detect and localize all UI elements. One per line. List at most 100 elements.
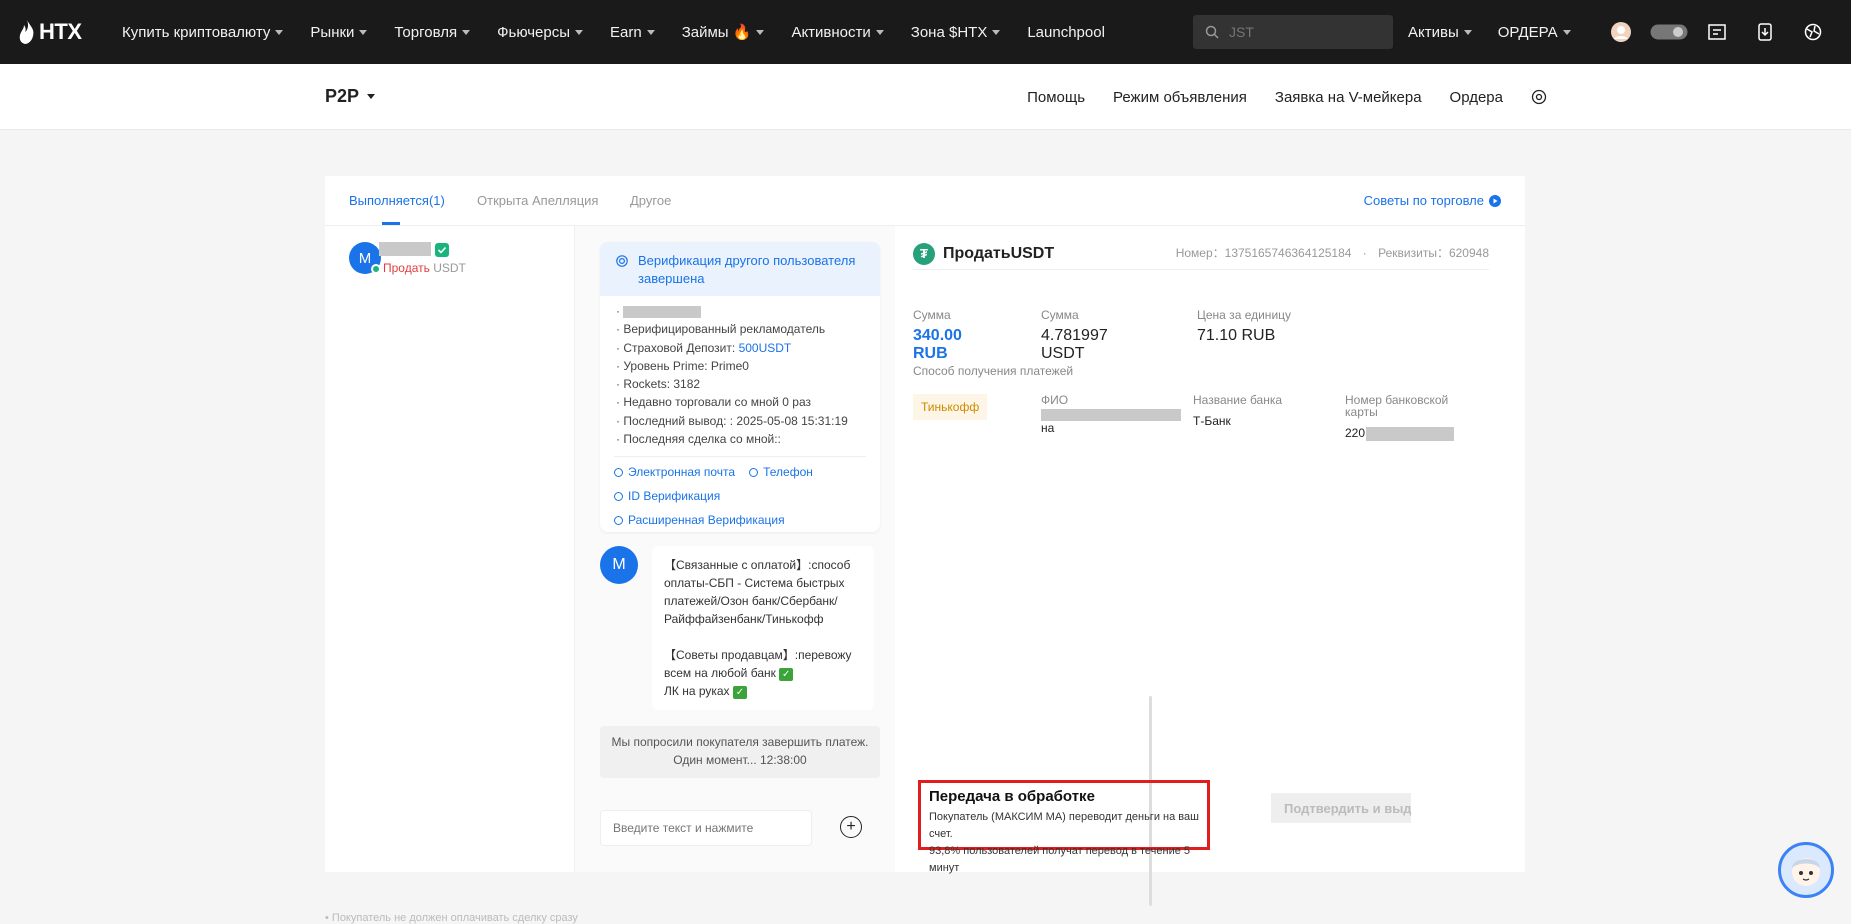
p2p-menu[interactable]: P2P xyxy=(325,86,376,107)
detail-line: · Недавно торговали со мной 0 раз xyxy=(616,395,812,410)
fio-label: ФИО xyxy=(1041,393,1069,407)
status-title: Передача в обработке xyxy=(929,788,1095,805)
card-value[interactable]: 220 xyxy=(1345,426,1481,441)
requisites-label: Реквизиты： xyxy=(1378,246,1449,260)
amount-label: Сумма xyxy=(1041,308,1079,322)
nav-label: Активности xyxy=(791,23,871,41)
flame-logo-icon xyxy=(19,20,34,44)
bank-badge[interactable]: Тинькофф xyxy=(913,394,988,420)
chat-input[interactable] xyxy=(600,810,812,846)
nav-label: Займы 🔥 xyxy=(681,24,752,41)
card-column: Номер банковской карты 220 xyxy=(1345,394,1481,441)
tab-other[interactable]: Другое xyxy=(630,193,671,208)
nav-buy-crypto[interactable]: Купить криптовалюту xyxy=(122,23,284,41)
bank-column: Название банка Т-Банк xyxy=(1193,394,1303,428)
chevron-down-icon xyxy=(756,29,765,35)
sender-avatar: M xyxy=(600,546,638,584)
search-box[interactable] xyxy=(1193,15,1393,49)
settings-icon[interactable] xyxy=(1531,89,1547,105)
fio-value[interactable]: на xyxy=(1041,421,1166,435)
user-avatar[interactable] xyxy=(1597,0,1645,64)
language-button[interactable] xyxy=(1789,0,1837,64)
verification-details: · · Верифицированный рекламодатель · Стр… xyxy=(600,296,880,448)
trading-tips-link[interactable]: Советы по торговле xyxy=(1364,193,1501,208)
nav-loans[interactable]: Займы 🔥 xyxy=(682,23,765,41)
order-meta: Номер：1375165746364125184 · Реквизиты：62… xyxy=(1176,244,1489,261)
nav-label: Фьючерсы xyxy=(497,23,571,41)
chat-area: Верификация другого пользователя заверше… xyxy=(575,226,1152,906)
play-icon xyxy=(1489,194,1501,207)
check-circle-icon xyxy=(614,468,623,478)
main-nav: Купить криптовалюту Рынки Торговля Фьюче… xyxy=(122,23,1132,42)
amount-value: 340.00 RUB xyxy=(913,327,962,362)
chevron-down-icon xyxy=(575,29,584,35)
support-chat-button[interactable] xyxy=(1778,842,1834,898)
amount-value: 71.10 RUB xyxy=(1197,327,1276,344)
notifications-button[interactable] xyxy=(1693,0,1741,64)
amount-label: Цена за единицу xyxy=(1197,308,1292,322)
nav-earn[interactable]: Earn xyxy=(610,24,655,41)
phone-verified: Телефон xyxy=(749,461,813,484)
amount-label: Сумма xyxy=(913,308,951,322)
order-type: Продать USDT xyxy=(383,261,466,275)
verification-title: Верификация другого пользователя заверше… xyxy=(638,253,856,286)
system-line: Один момент... 12:38:00 xyxy=(673,753,807,767)
nav-trade[interactable]: Торговля xyxy=(394,23,471,41)
nav-assets[interactable]: Активы xyxy=(1408,24,1472,41)
detail-line: · Страховой Депозит: 500USDT xyxy=(616,340,792,355)
nav-orders[interactable]: ОРДЕРА xyxy=(1498,24,1571,41)
attach-plus-icon[interactable]: + xyxy=(840,816,862,838)
download-button[interactable] xyxy=(1741,0,1789,64)
nav-label: ОРДЕРА xyxy=(1497,23,1558,41)
nav-markets[interactable]: Рынки xyxy=(310,23,368,41)
detail-line: · Последний вывод: : 2025-05-08 15:31:19 xyxy=(616,413,848,428)
order-number-label: Номер： xyxy=(1175,246,1225,260)
detail-text: Верифицированный рекламодатель xyxy=(623,322,826,337)
nav-futures[interactable]: Фьючерсы xyxy=(497,23,584,41)
nav-htx-zone[interactable]: Зона $HTX xyxy=(911,24,1001,41)
message-account-note: ЛК на руках xyxy=(664,684,730,698)
message-payment-info: 【Связанные с оплатой】:способ оплаты-СБП … xyxy=(664,558,854,626)
nav-label: Рынки xyxy=(310,23,355,41)
order-number[interactable]: 1375165746364125184 xyxy=(1225,246,1352,260)
tether-icon: ₮ xyxy=(913,242,935,265)
help-link[interactable]: Помощь xyxy=(1027,89,1085,106)
bottom-note: • Покупатель не должен оплачивать сделку… xyxy=(325,912,578,924)
nav-label: Купить криптовалюту xyxy=(122,23,271,41)
redacted-nickname xyxy=(623,305,702,318)
nav-label: Торговля xyxy=(394,23,458,41)
order-list: M Продать USDT xyxy=(325,226,575,872)
order-panel: Выполняется(1) Открыта Апелляция Другое … xyxy=(325,176,1525,906)
status-line: 93,8% пользователей получат перевод в те… xyxy=(929,845,1191,874)
verification-header: Верификация другого пользователя заверше… xyxy=(600,242,880,296)
ad-mode-link[interactable]: Режим объявления xyxy=(1113,89,1247,106)
tab-in-progress[interactable]: Выполняется(1) xyxy=(349,193,445,208)
p2p-links: Помощь Режим объявления Заявка на V-мейк… xyxy=(1027,64,1547,130)
check-circle-icon xyxy=(749,468,759,478)
order-list-item[interactable]: M Продать USDT xyxy=(349,242,559,282)
search-icon xyxy=(1205,25,1219,39)
confirm-release-button[interactable]: Подтвердить и выдать xyxy=(1271,793,1411,823)
chevron-down-icon xyxy=(875,29,884,35)
globe-icon xyxy=(1804,23,1821,41)
vip-toggle-icon xyxy=(1650,24,1688,40)
detail-text: Недавно торговали со мной 0 раз xyxy=(623,395,812,410)
v-maker-link[interactable]: Заявка на V-мейкера xyxy=(1275,89,1422,106)
nav-launchpool[interactable]: Launchpool xyxy=(1027,24,1105,41)
top-right-menu: Активы ОРДЕРА xyxy=(1408,0,1837,64)
bank-value[interactable]: Т-Банк xyxy=(1193,414,1303,428)
orders-link[interactable]: Ордера xyxy=(1450,89,1503,106)
detail-text: Последняя сделка со мной:: xyxy=(623,432,781,447)
status-line: Покупатель (МАКСИМ МА) переводит деньги … xyxy=(929,811,1199,840)
vip-badge[interactable] xyxy=(1645,0,1693,64)
chevron-down-icon xyxy=(359,29,368,35)
htx-logo[interactable]: HTX xyxy=(18,17,90,47)
card-prefix: 220 xyxy=(1345,426,1366,440)
nav-activities[interactable]: Активности xyxy=(791,23,884,41)
deposit-value: 500USDT xyxy=(738,340,792,355)
chevron-down-icon xyxy=(1463,29,1472,35)
logo-text: HTX xyxy=(39,19,82,44)
redacted-card xyxy=(1366,426,1455,441)
tab-appeal[interactable]: Открыта Апелляция xyxy=(477,193,598,208)
search-input[interactable] xyxy=(1229,24,1369,40)
